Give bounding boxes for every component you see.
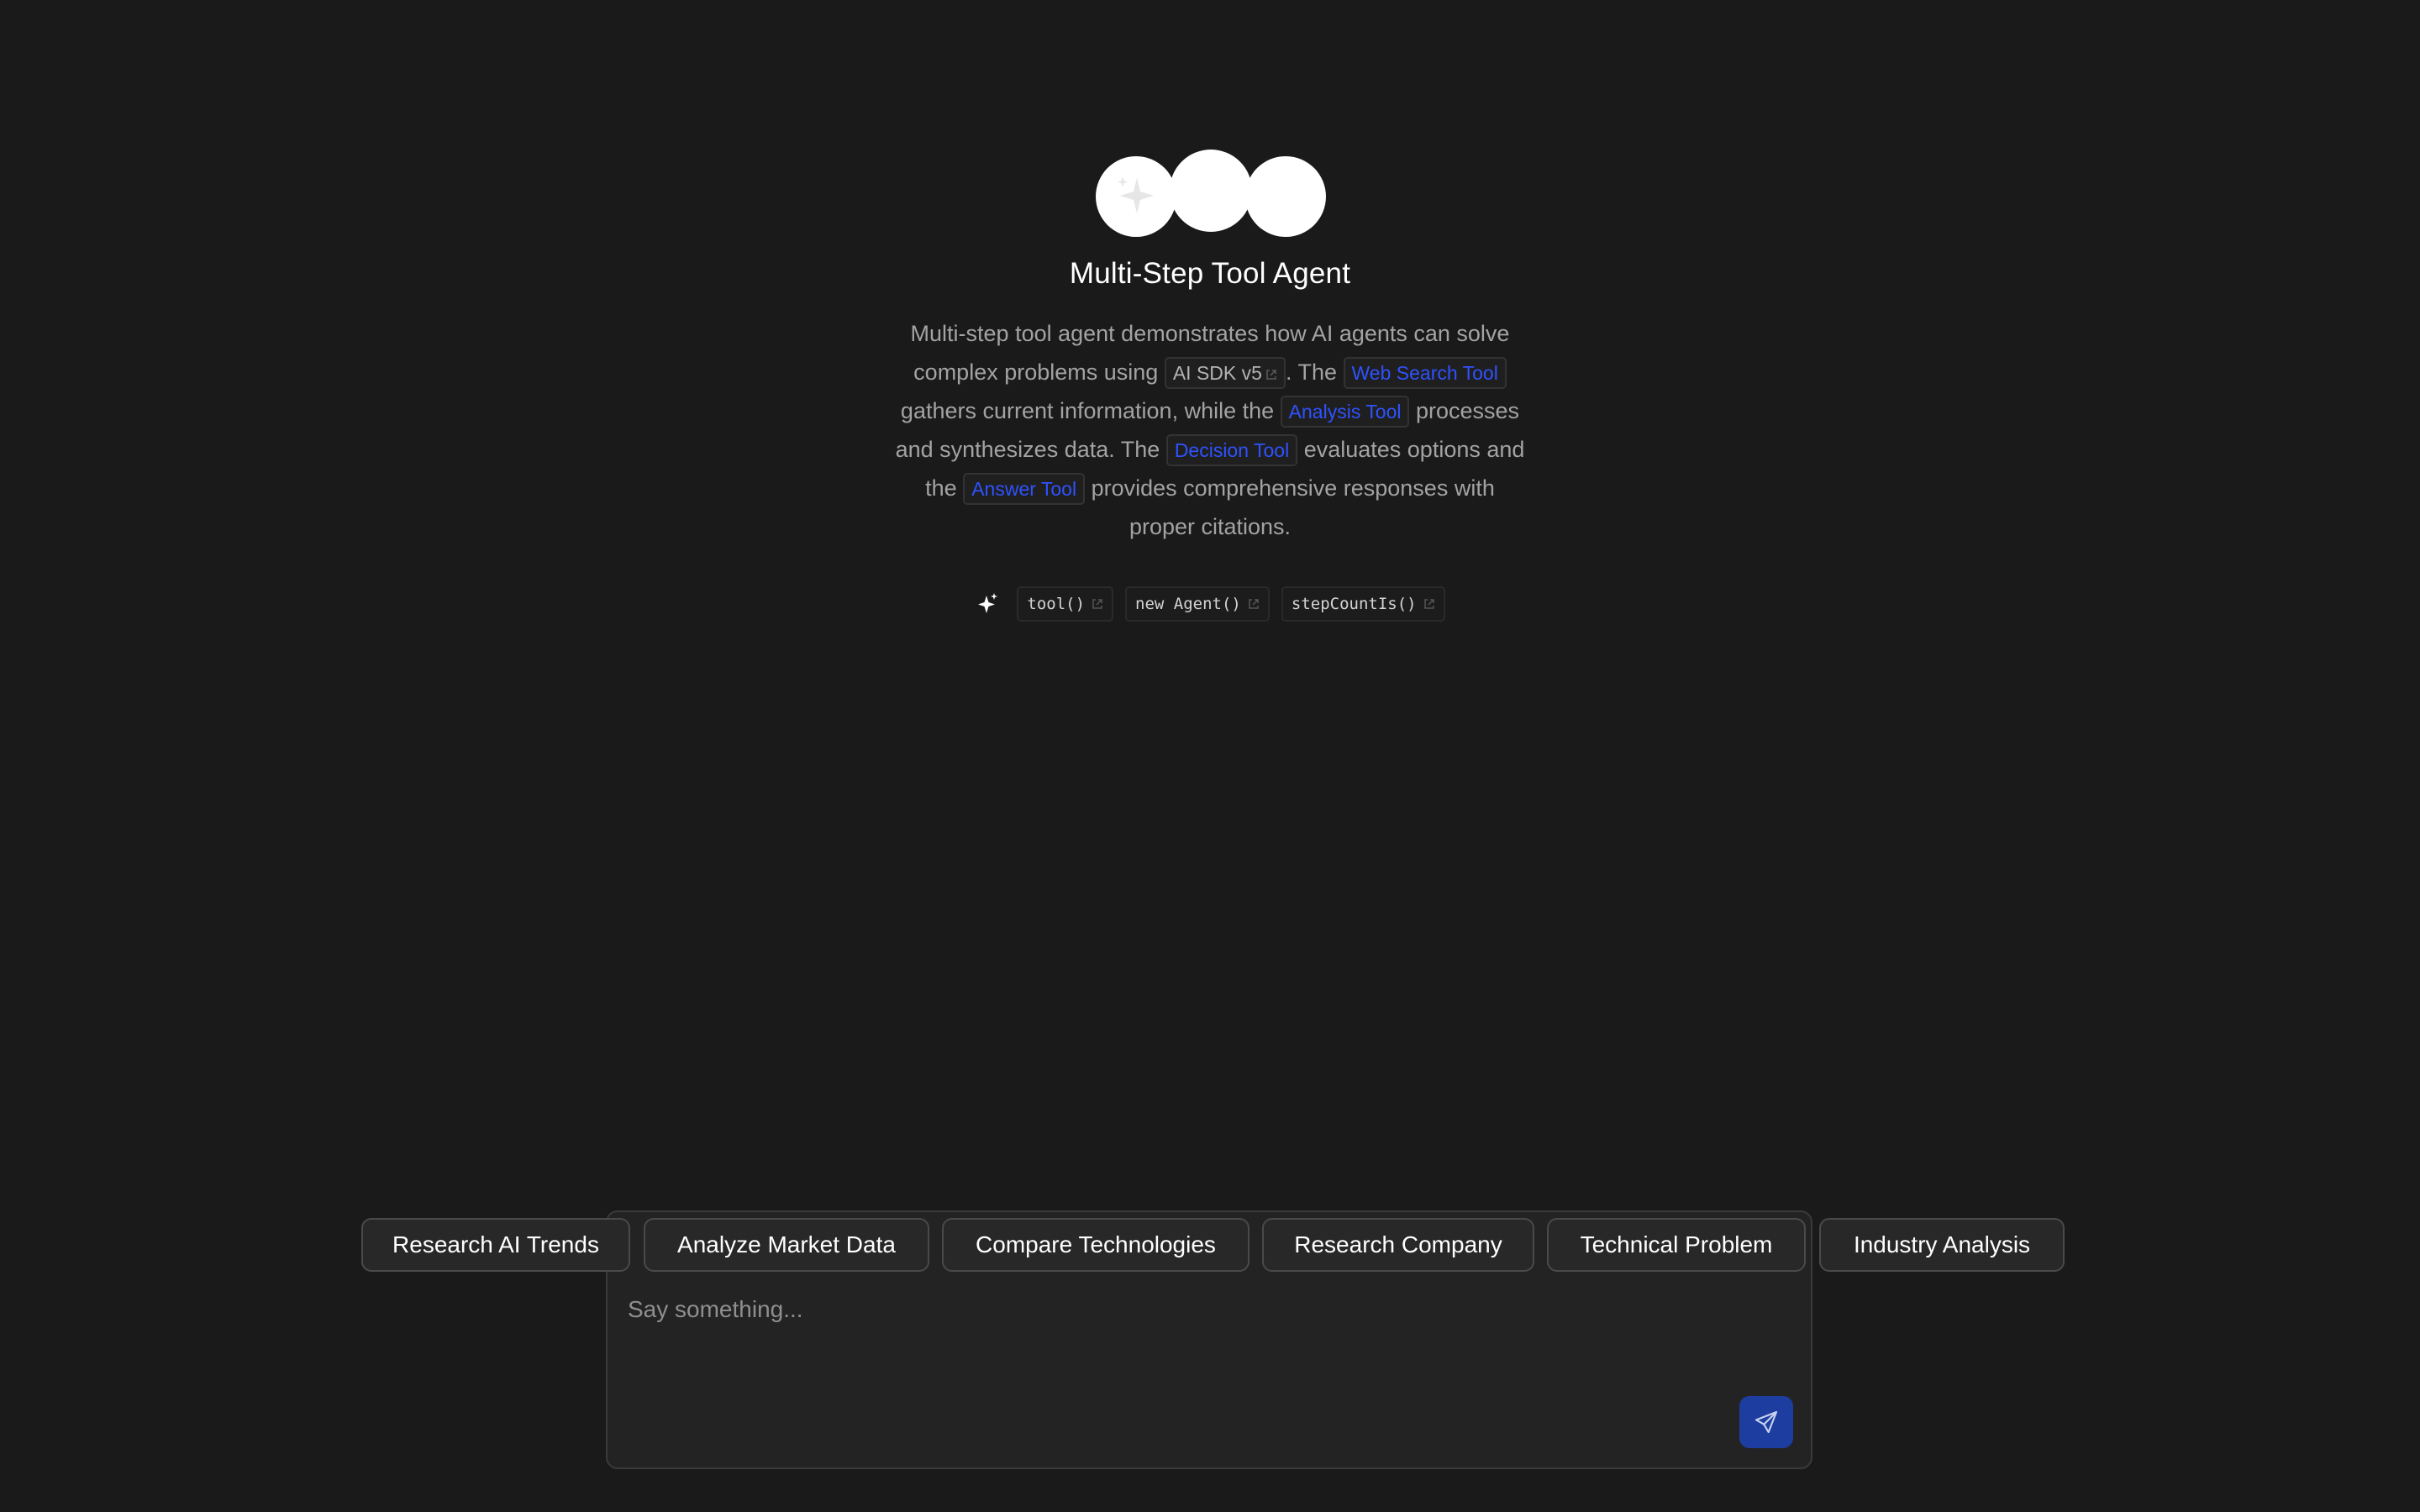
ai-sdk-link[interactable]: AI SDK v5 bbox=[1164, 357, 1286, 389]
api-link-label: tool() bbox=[1027, 595, 1086, 613]
sparkles-icon bbox=[978, 593, 998, 613]
answer-tool-link[interactable]: Answer Tool bbox=[963, 473, 1086, 505]
api-link-label: new Agent() bbox=[1135, 595, 1241, 613]
sparkle-icon bbox=[1118, 176, 1154, 213]
external-link-icon bbox=[1092, 599, 1102, 609]
suggestion-research-ai-trends[interactable]: Research AI Trends bbox=[361, 1218, 630, 1272]
suggestion-industry-analysis[interactable]: Industry Analysis bbox=[1819, 1218, 2065, 1272]
api-link-new-agent[interactable]: new Agent() bbox=[1125, 586, 1270, 622]
suggestion-research-company[interactable]: Research Company bbox=[1262, 1218, 1534, 1272]
api-link-label: stepCountIs() bbox=[1291, 595, 1417, 613]
logo bbox=[0, 0, 2420, 252]
message-input[interactable] bbox=[626, 1294, 1722, 1348]
decision-tool-link[interactable]: Decision Tool bbox=[1165, 434, 1298, 466]
external-link-icon bbox=[1266, 370, 1276, 380]
description: Multi-step tool agent demonstrates how A… bbox=[891, 314, 1529, 546]
web-search-tool-link[interactable]: Web Search Tool bbox=[1343, 357, 1507, 389]
analysis-tool-link[interactable]: Analysis Tool bbox=[1280, 396, 1410, 428]
external-link-icon bbox=[1423, 599, 1434, 609]
logo-circle bbox=[1170, 150, 1252, 232]
page-title: Multi-Step Tool Agent bbox=[1069, 257, 1351, 290]
suggestion-analyze-market-data[interactable]: Analyze Market Data bbox=[644, 1218, 929, 1272]
api-links: tool() new Agent() stepCountIs() bbox=[0, 586, 2420, 622]
send-button[interactable] bbox=[1739, 1396, 1793, 1448]
description-text: provides comprehensive responses with pr… bbox=[1091, 475, 1495, 539]
api-link-step-count-is[interactable]: stepCountIs() bbox=[1281, 586, 1445, 622]
suggestion-compare-technologies[interactable]: Compare Technologies bbox=[942, 1218, 1249, 1272]
logo-circle bbox=[1245, 156, 1326, 237]
description-text: . The bbox=[1285, 360, 1337, 385]
ai-sdk-link-label: AI SDK v5 bbox=[1172, 362, 1262, 384]
suggestion-technical-problem[interactable]: Technical Problem bbox=[1547, 1218, 1806, 1272]
send-icon bbox=[1754, 1410, 1778, 1434]
description-text: gathers current information, while the bbox=[900, 398, 1275, 423]
external-link-icon bbox=[1249, 599, 1259, 609]
api-link-tool[interactable]: tool() bbox=[1017, 586, 1114, 622]
